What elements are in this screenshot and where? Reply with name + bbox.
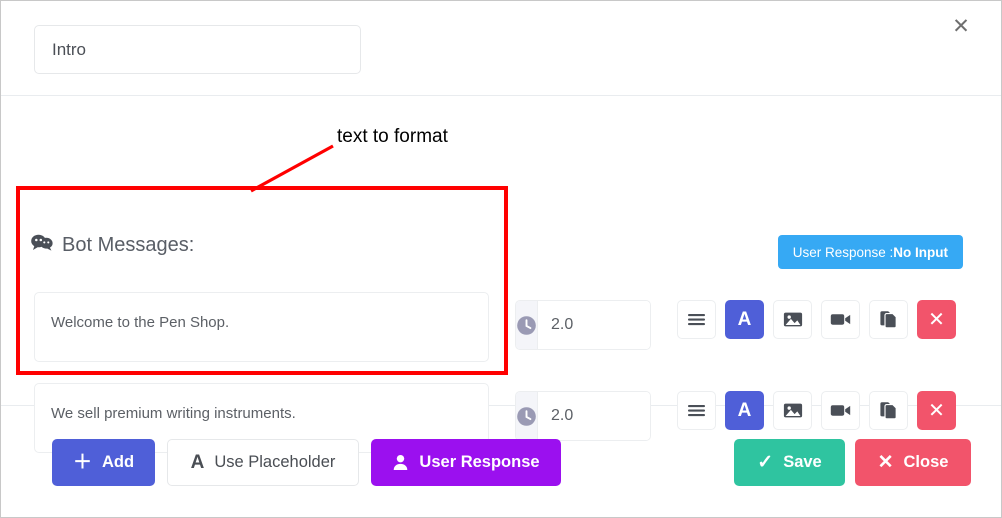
bot-messages-heading: Bot Messages: <box>31 233 194 257</box>
clock-icon <box>516 301 538 349</box>
letter-a-icon: A <box>190 452 205 473</box>
image-icon[interactable] <box>773 300 812 339</box>
use-placeholder-label: Use Placeholder <box>214 453 336 471</box>
video-icon[interactable] <box>821 300 860 339</box>
message-delay-group <box>515 300 651 350</box>
user-response-button[interactable]: User Response <box>371 439 561 486</box>
node-title-input[interactable] <box>34 25 361 74</box>
close-button[interactable]: ✕ Close <box>855 439 971 486</box>
message-action-bar: A ✕ <box>677 300 956 339</box>
duplicate-icon[interactable] <box>869 300 908 339</box>
window-close-icon[interactable]: ✕ <box>948 13 974 39</box>
dialog-header: ✕ <box>1 1 1001 96</box>
dialog-body: Bot Messages: User Response : No Input A… <box>1 96 1001 453</box>
user-response-status-badge[interactable]: User Response : No Input <box>777 235 963 269</box>
text-format-icon[interactable]: A <box>725 300 764 339</box>
save-button-label: Save <box>783 453 822 471</box>
user-response-badge-value: No Input <box>893 244 948 260</box>
reorder-handle-icon[interactable] <box>677 300 716 339</box>
user-icon <box>392 454 409 471</box>
message-row: A✕ <box>1 292 1001 368</box>
bot-messages-label-text: Bot Messages: <box>62 233 195 256</box>
user-response-button-label: User Response <box>419 453 540 471</box>
dialog-window: ✕ Bot Messages: User Response : No Input <box>0 0 1002 518</box>
add-button[interactable]: ＋ Add <box>52 439 155 486</box>
check-icon: ✓ <box>757 452 774 473</box>
delete-icon[interactable]: ✕ <box>917 300 956 339</box>
use-placeholder-button[interactable]: A Use Placeholder <box>167 439 359 486</box>
x-icon: ✕ <box>877 452 894 473</box>
annotation-label: text to format <box>337 126 448 147</box>
add-button-label: Add <box>101 453 135 471</box>
comments-bubble-icon <box>31 233 53 257</box>
dialog-footer: ＋ Add A Use Placeholder User Response ✓ … <box>1 406 1001 516</box>
message-delay-input[interactable] <box>538 301 650 349</box>
save-button[interactable]: ✓ Save <box>734 439 845 486</box>
close-button-label: Close <box>903 453 949 471</box>
plus-icon: ＋ <box>72 452 92 473</box>
user-response-badge-prefix: User Response : <box>792 244 894 260</box>
message-text-input[interactable] <box>34 292 489 362</box>
